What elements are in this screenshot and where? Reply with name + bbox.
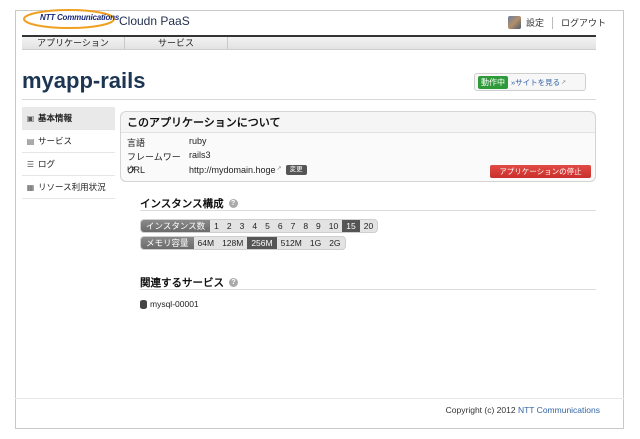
language-value: ruby — [189, 136, 207, 146]
about-title: このアプリケーションについて — [127, 117, 281, 129]
sidebar-item-label: ログ — [38, 159, 56, 169]
divider — [22, 99, 596, 100]
section-title-text: インスタンス構成 — [140, 198, 224, 210]
footer: Copyright (c) 2012 NTT Communications — [446, 405, 600, 415]
language-key: 言語 — [127, 138, 146, 148]
copyright-text: Copyright (c) 2012 — [445, 405, 516, 415]
section-title-text: 関連するサービス — [140, 277, 224, 289]
help-icon[interactable]: ? — [229, 278, 238, 287]
stop-app-button[interactable]: アプリケーションの停止 — [490, 165, 591, 178]
help-icon[interactable]: ? — [228, 199, 238, 208]
instance-count-option[interactable]: 8 — [299, 220, 312, 232]
url-row: URL http://mydomain.hoge ↗ 変更 — [127, 165, 307, 175]
instance-count-label: インスタンス数 — [141, 220, 211, 232]
instance-count-option[interactable]: 5 — [261, 220, 274, 232]
external-link-icon: ↗ — [561, 79, 567, 86]
instance-count-option[interactable]: 7 — [287, 220, 300, 232]
services-section-title: 関連するサービス ? — [140, 275, 238, 290]
status-badge: 動作中 — [478, 75, 508, 89]
instance-count-option[interactable]: 2 — [223, 220, 236, 232]
company-link[interactable]: NTT Communications — [518, 405, 600, 415]
divider — [140, 289, 596, 290]
database-icon — [140, 299, 147, 309]
sidebar-item-label: リソース利用状況 — [38, 182, 106, 192]
chart-icon: ▦ — [26, 182, 35, 192]
page-title: myapp-rails — [22, 68, 146, 93]
memory-option[interactable]: 64M — [194, 237, 219, 249]
instances-section-title: インスタンス構成 ? — [140, 196, 238, 211]
url-key: URL — [127, 165, 146, 175]
database-icon: ▤ — [26, 136, 35, 146]
sidebar-item-services[interactable]: ▤ サービス — [22, 130, 115, 153]
list-icon: ☰ — [26, 159, 35, 169]
about-panel: このアプリケーションについて 言語 ruby フレームワーク rails3 UR… — [120, 111, 596, 182]
status-box: 動作中 »サイトを見る ↗ — [474, 73, 586, 91]
memory-option[interactable]: 512M — [277, 237, 306, 249]
instance-count-option[interactable]: 20 — [360, 220, 377, 232]
app-url-link[interactable]: http://mydomain.hoge — [189, 165, 276, 175]
instance-count-option[interactable]: 10 — [325, 220, 342, 232]
sidebar-item-resource-usage[interactable]: ▦ リソース利用状況 — [22, 176, 115, 199]
sidebar-item-label: 基本情報 — [38, 113, 73, 123]
external-link-icon: ↗ — [276, 166, 282, 172]
divider — [15, 398, 624, 399]
change-url-button[interactable]: 変更 — [285, 165, 307, 175]
memory-option[interactable]: 256M — [247, 237, 277, 249]
divider — [140, 210, 596, 211]
logo-text: NTT Communications — [40, 13, 120, 22]
memory-option[interactable]: 1G — [306, 237, 325, 249]
memory-option[interactable]: 128M — [218, 237, 247, 249]
service-name: mysql-00001 — [150, 299, 199, 309]
sidebar-item-label: サービス — [38, 136, 73, 146]
instance-count-option[interactable]: 9 — [312, 220, 325, 232]
memory-option[interactable]: 2G — [325, 237, 344, 249]
user-area: 設定 ログアウト — [507, 16, 606, 29]
sidebar: ▣ 基本情報 ▤ サービス ☰ ログ ▦ リソース利用状況 — [22, 107, 115, 199]
main-nav: アプリケーション サービス — [22, 35, 596, 50]
cube-icon: ▣ — [26, 113, 35, 123]
memory-label: メモリ容量 — [141, 237, 194, 249]
nav-item-applications[interactable]: アプリケーション — [22, 37, 125, 49]
memory-selector: メモリ容量 64M 128M 256M 512M 1G 2G — [140, 236, 346, 250]
instance-count-option[interactable]: 4 — [248, 220, 261, 232]
instance-count-option[interactable]: 6 — [274, 220, 287, 232]
sidebar-item-logs[interactable]: ☰ ログ — [22, 153, 115, 176]
sidebar-item-basic-info[interactable]: ▣ 基本情報 — [22, 107, 115, 130]
view-site-link[interactable]: »サイトを見る — [511, 77, 560, 88]
divider — [551, 16, 553, 29]
product-name: Cloudn PaaS — [119, 14, 190, 28]
service-list-item[interactable]: mysql-00001 — [140, 299, 199, 309]
about-body: 言語 ruby フレームワーク rails3 URL http://mydoma… — [121, 132, 595, 181]
instance-count-option[interactable]: 3 — [236, 220, 249, 232]
language-row: 言語 ruby — [127, 136, 207, 149]
settings-link[interactable]: 設定 — [526, 16, 544, 29]
ntt-logo[interactable]: NTT Communications — [22, 8, 120, 30]
instance-count-option[interactable]: 15 — [342, 220, 360, 232]
avatar[interactable] — [507, 16, 521, 29]
instance-count-selector: インスタンス数 1 2 3 4 5 6 7 8 9 10 15 20 — [140, 219, 379, 233]
nav-item-services[interactable]: サービス — [125, 37, 228, 49]
instance-count-option[interactable]: 1 — [210, 220, 223, 232]
logout-link[interactable]: ログアウト — [561, 16, 606, 29]
